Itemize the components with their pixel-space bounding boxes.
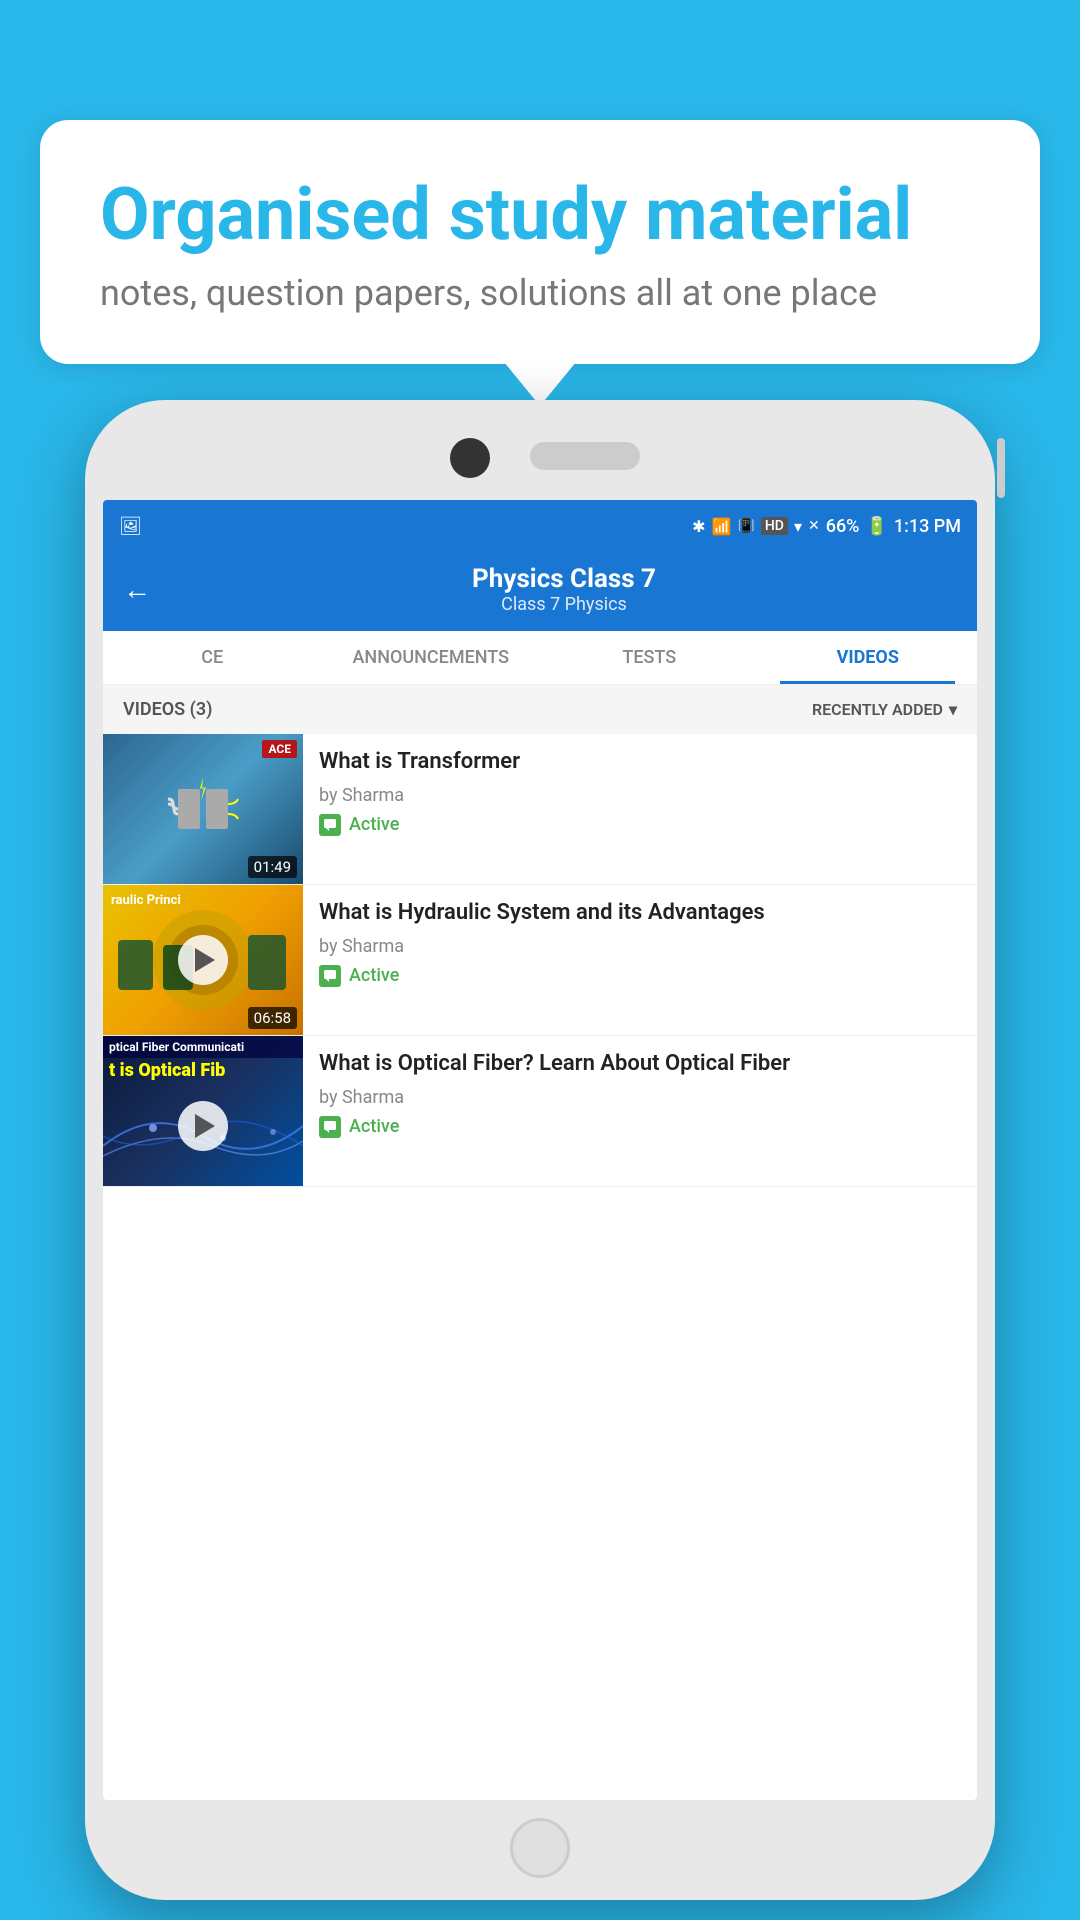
video-info-3: What is Optical Fiber? Learn About Optic…: [303, 1036, 977, 1152]
data-icon: ✕: [808, 518, 820, 534]
phone-power-button: [997, 438, 1005, 498]
phone-screen: 🖼 ✱ 📶 📳 HD ▾ ✕ 66% 🔋 1:13 PM ←: [103, 500, 977, 1800]
duration-badge-1: 01:49: [248, 856, 297, 878]
chat-icon-1: [319, 814, 341, 836]
status-left-icons: 🖼: [119, 516, 142, 537]
play-button-3[interactable]: [178, 1101, 228, 1151]
video-author-3: by Sharma: [319, 1087, 961, 1108]
video-title-1: What is Transformer: [319, 748, 961, 777]
video-item-2[interactable]: raulic Princi: [103, 885, 977, 1036]
video-info-2: What is Hydraulic System and its Advanta…: [303, 885, 977, 1001]
video-item-1[interactable]: ACE 01:49 What is Transformer by Sharma: [103, 734, 977, 885]
video-info-1: What is Transformer by Sharma Active: [303, 734, 977, 850]
bluetooth-icon: ✱: [692, 517, 705, 536]
chevron-down-icon: ▾: [949, 700, 957, 719]
header-breadcrumb: Class 7 Physics: [171, 594, 957, 615]
app-header: ← Physics Class 7 Class 7 Physics: [103, 552, 977, 631]
vibrate-icon: 📳: [737, 518, 754, 534]
thumb-bg-fiber: ptical Fiber Communicati t is Optical Fi…: [103, 1036, 303, 1186]
phone-wrapper: 🖼 ✱ 📶 📳 HD ▾ ✕ 66% 🔋 1:13 PM ←: [85, 400, 995, 1900]
status-text-3: Active: [349, 1116, 399, 1137]
status-bar: 🖼 ✱ 📶 📳 HD ▾ ✕ 66% 🔋 1:13 PM: [103, 500, 977, 552]
videos-count: VIDEOS (3): [123, 699, 212, 720]
status-text-1: Active: [349, 814, 399, 835]
video-status-1: Active: [319, 814, 961, 836]
bubble-subtitle: notes, question papers, solutions all at…: [100, 272, 980, 314]
video-status-3: Active: [319, 1116, 961, 1138]
tab-videos[interactable]: VIDEOS: [759, 631, 978, 684]
fiber-text-large: t is Optical Fib: [103, 1060, 303, 1081]
battery-percent: 66%: [826, 516, 860, 537]
chat-icon-3: [319, 1116, 341, 1138]
video-item-3[interactable]: ptical Fiber Communicati t is Optical Fi…: [103, 1036, 977, 1187]
sort-button[interactable]: RECENTLY ADDED ▾: [812, 700, 957, 719]
duration-badge-2: 06:58: [248, 1007, 297, 1029]
header-title-area: Physics Class 7 Class 7 Physics: [171, 564, 957, 615]
time-display: 1:13 PM: [894, 516, 961, 537]
video-title-3: What is Optical Fiber? Learn About Optic…: [319, 1050, 961, 1079]
chat-icon-2: [319, 965, 341, 987]
phone-body: 🖼 ✱ 📶 📳 HD ▾ ✕ 66% 🔋 1:13 PM ←: [85, 400, 995, 1900]
sort-label: RECENTLY ADDED: [812, 700, 943, 719]
tab-tests[interactable]: TESTS: [540, 631, 759, 684]
video-author-2: by Sharma: [319, 936, 961, 957]
filter-bar: VIDEOS (3) RECENTLY ADDED ▾: [103, 685, 977, 734]
status-text-2: Active: [349, 965, 399, 986]
thumb-ace-label: ACE: [262, 740, 297, 758]
battery-icon: 🔋: [865, 516, 887, 537]
speech-bubble: Organised study material notes, question…: [40, 120, 1040, 364]
video-list: ACE 01:49 What is Transformer by Sharma: [103, 734, 977, 1187]
video-thumb-1: ACE 01:49: [103, 734, 303, 884]
header-title: Physics Class 7: [171, 564, 957, 594]
video-title-2: What is Hydraulic System and its Advanta…: [319, 899, 961, 928]
video-status-2: Active: [319, 965, 961, 987]
tab-announcements[interactable]: ANNOUNCEMENTS: [322, 631, 541, 684]
signal-icon: 📶: [712, 517, 732, 536]
play-triangle-3: [195, 1114, 215, 1138]
phone-camera: [450, 438, 490, 478]
tabs-bar: CE ANNOUNCEMENTS TESTS VIDEOS: [103, 631, 977, 685]
transformer-svg: [158, 769, 248, 849]
bubble-title: Organised study material: [100, 175, 980, 254]
video-thumb-3: ptical Fiber Communicati t is Optical Fi…: [103, 1036, 303, 1186]
play-triangle-2: [195, 948, 215, 972]
tab-ce[interactable]: CE: [103, 631, 322, 684]
status-right-info: ✱ 📶 📳 HD ▾ ✕ 66% 🔋 1:13 PM: [692, 516, 961, 537]
phone-home-button[interactable]: [510, 1818, 570, 1878]
back-button[interactable]: ←: [123, 573, 151, 606]
video-thumb-2: raulic Princi: [103, 885, 303, 1035]
play-button-2[interactable]: [178, 935, 228, 985]
hd-badge: HD: [761, 517, 788, 535]
photo-icon: 🖼: [119, 516, 142, 537]
wifi-icon: ▾: [794, 517, 802, 536]
phone-speaker: [530, 442, 640, 470]
fiber-text-top: ptical Fiber Communicati: [103, 1036, 303, 1058]
video-author-1: by Sharma: [319, 785, 961, 806]
